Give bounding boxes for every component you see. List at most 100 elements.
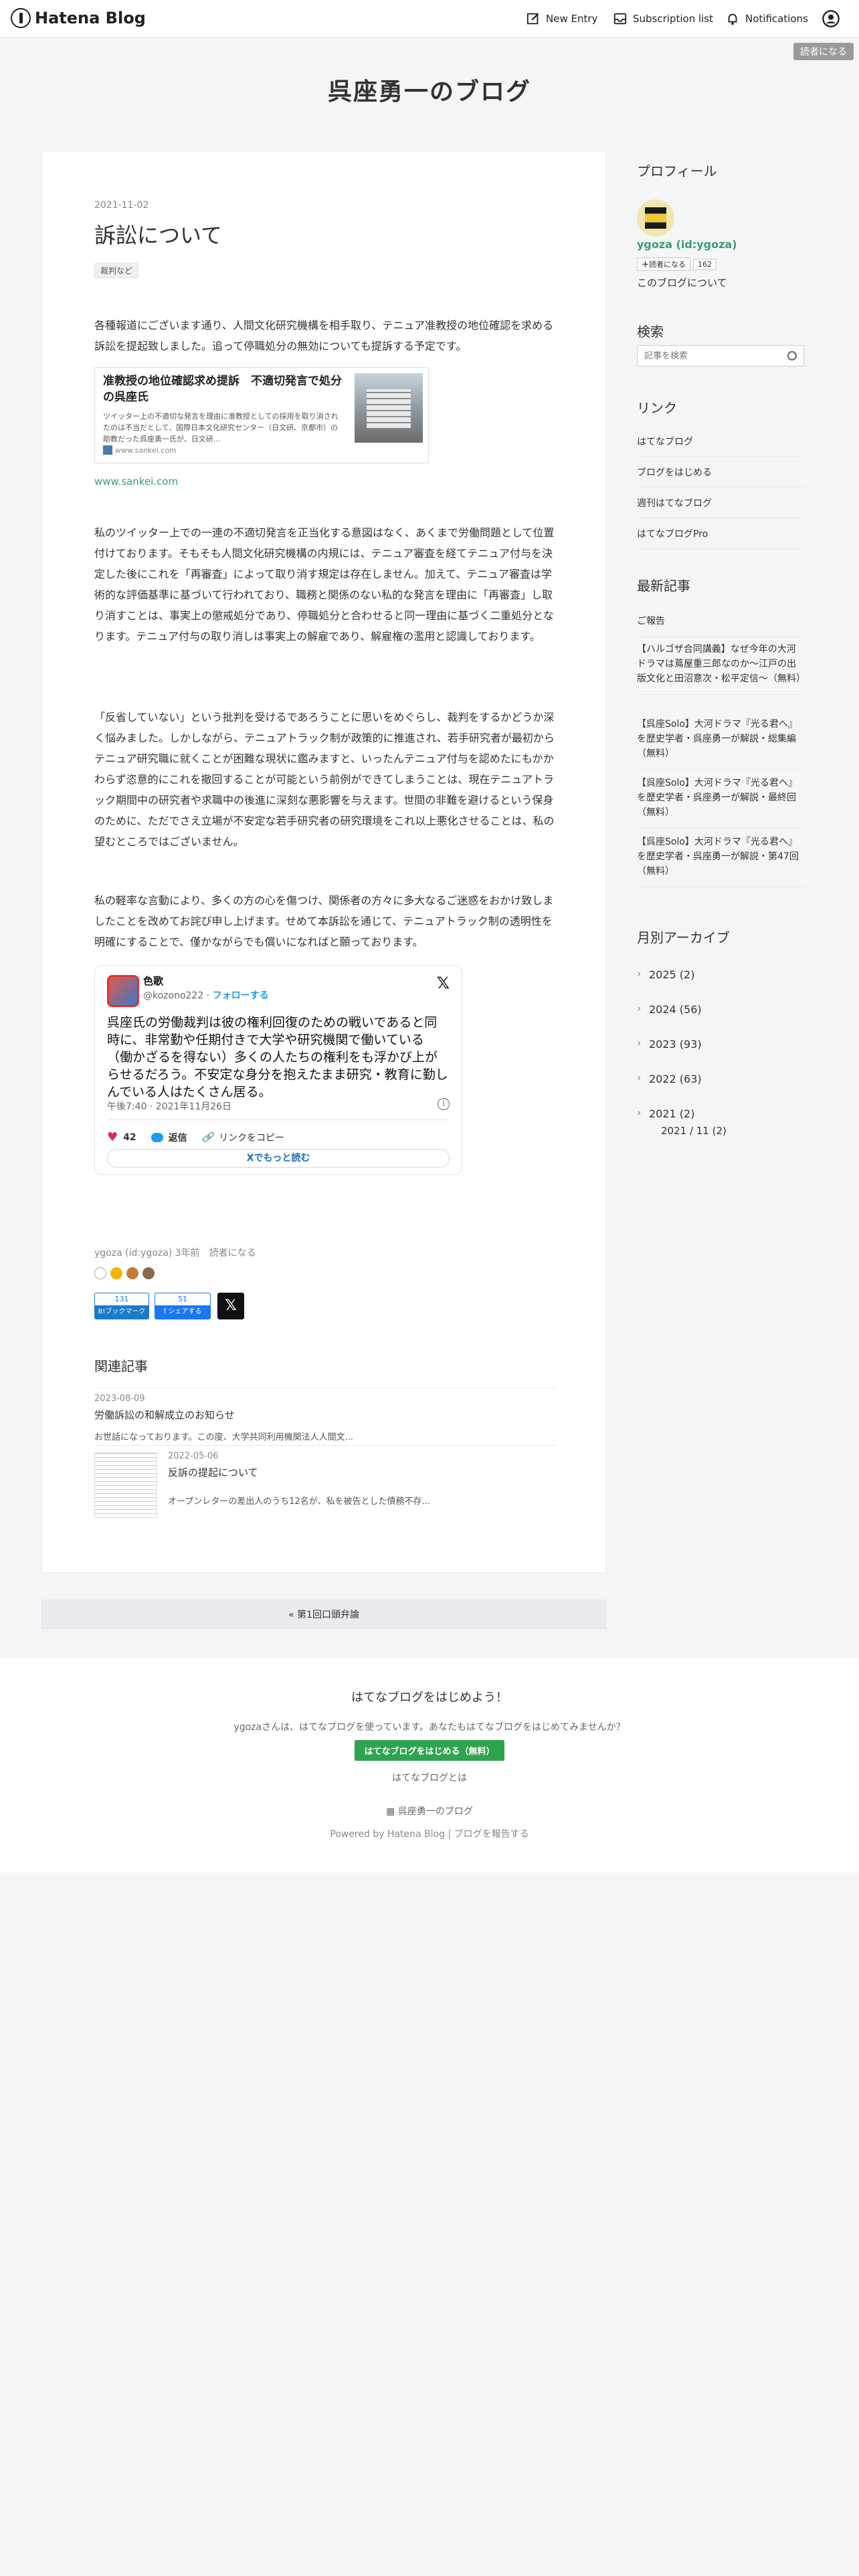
link-icon: 🔗 <box>201 1132 214 1143</box>
notifications-label: Notifications <box>745 13 808 25</box>
hatena-bookmark-button[interactable]: 131 B!ブックマーク <box>94 1293 149 1319</box>
related-thumbnail[interactable] <box>94 1453 157 1518</box>
link-item[interactable]: 週刊はてなブログ <box>637 496 804 518</box>
paragraph-4: 私の軽率な言動により、多くの方の心を傷つけ、関係者の方々に多大なるご迷惑をおかけ… <box>94 894 554 948</box>
archive-heading: 月別アーカイブ <box>637 930 730 946</box>
star-avatar-icon[interactable] <box>142 1267 155 1279</box>
related-article[interactable]: 2023-08-09 労働訴訟の和解成立のお知らせ お世話になっております。この… <box>94 1388 556 1442</box>
recent-entry[interactable]: 【呉座Solo】大河ドラマ『光る君へ』を歴史学者・呉座勇一が解説・第47回（無料… <box>637 835 804 887</box>
tweet-reply-button[interactable]: 返信 <box>151 1131 187 1144</box>
tweet-follow-link[interactable]: フォローする <box>213 990 269 1001</box>
user-avatar-icon <box>822 10 840 27</box>
tweet-like-button[interactable]: ♥ 42 <box>107 1130 136 1144</box>
inbox-icon <box>613 13 627 25</box>
category-tag[interactable]: 裁判など <box>94 263 139 278</box>
subscribe-button[interactable]: ＋読者になる <box>637 257 690 271</box>
top-navbar: Hatena Blog New Entry Subscription list … <box>0 0 859 37</box>
x-logo-icon[interactable]: 𝕏 <box>437 974 450 992</box>
tweet-time[interactable]: 午後7:40 · 2021年11月26日 <box>107 1099 231 1113</box>
related-date: 2022-05-06 <box>168 1451 219 1461</box>
tweet-author-name[interactable]: 色歌 <box>143 974 163 988</box>
related-article[interactable]: 2022-05-06 反訴の提起について オープンレターの差出人のうち12名が、… <box>94 1445 556 1519</box>
profile-id-link[interactable]: ygoza (id:ygoza) <box>637 238 737 251</box>
profile-heading: プロフィール <box>637 163 717 179</box>
bookmark-label: B!ブックマーク <box>98 1308 146 1315</box>
recent-entry[interactable]: ご報告 <box>637 614 804 637</box>
site-favicon-icon <box>103 445 112 455</box>
hatena-blog-logo[interactable]: Hatena Blog <box>11 8 146 28</box>
copy-link-label: リンクをコピー <box>219 1132 285 1144</box>
add-star-icon[interactable] <box>94 1267 106 1279</box>
x-share-button[interactable]: 𝕏 <box>217 1293 244 1319</box>
paragraph-2: 私のツイッター上での一連の不適切発言を正当化する意図はなく、あくまで労働問題とし… <box>94 526 555 643</box>
star-avatar-icon[interactable] <box>126 1267 138 1279</box>
paragraph-1: 各種報道にございます通り、人間文化研究機構を相手取り、テニュア准教授の地位確認を… <box>94 319 554 352</box>
recent-entry[interactable]: 【ハルゴザ合同講義】なぜ今年の大河ドラマは蔦屋重三郎なのか～江戸の出版文化と田沼… <box>637 642 805 695</box>
archive-year[interactable]: 2025 (2) <box>637 967 694 981</box>
powered-by[interactable]: Powered by Hatena Blog | ブログを報告する <box>0 1827 859 1840</box>
footer-blog-link[interactable]: ▦ 呉座勇一のブログ <box>0 1804 859 1818</box>
related-excerpt: お世話になっております。この度、大学共同利用機関法人人間文... <box>94 1432 354 1442</box>
tweet-handle[interactable]: @kozono222 <box>143 990 203 1001</box>
footer: はてなブログをはじめよう！ ygozaさんは、はてなブログを使っています。あなた… <box>0 1658 859 1872</box>
tweet-handle-line: @kozono222 · フォローする <box>143 990 269 1001</box>
news-embed-card[interactable]: 准教授の地位確認求め提訴 不適切発言で処分の呉座氏 ツイッター上の不適切な発言を… <box>94 367 429 463</box>
start-blog-button[interactable]: はてなブログをはじめる（無料） <box>355 1740 504 1761</box>
archive-year[interactable]: 2022 (63) <box>637 1071 702 1085</box>
article-card: 2021-11-02 訴訟について 裁判など 各種報道にございます通り、人間文化… <box>41 151 606 1573</box>
reader-subscribe: ＋読者になる 162 <box>637 257 717 271</box>
user-menu-button[interactable] <box>822 0 840 37</box>
tweet-copy-link-button[interactable]: 🔗 リンクをコピー <box>202 1131 284 1144</box>
link-item[interactable]: はてなブログ <box>637 435 804 457</box>
search-icon[interactable] <box>787 351 797 360</box>
embed-site: www.sankei.com <box>103 445 177 455</box>
about-blog-link[interactable]: このブログについて <box>637 276 727 290</box>
related-articles-title: 関連記事 <box>94 1358 148 1374</box>
related-title[interactable]: 反訴の提起について <box>168 1465 430 1479</box>
tweet-actions: ♥ 42 返信 🔗 リンクをコピー <box>107 1130 284 1144</box>
like-count: 42 <box>123 1132 136 1143</box>
search-input[interactable] <box>638 346 771 366</box>
search-box <box>637 345 804 366</box>
subscribe-label: 読者になる <box>649 260 686 269</box>
blog-title[interactable]: 呉座勇一のブログ <box>0 72 859 107</box>
search-heading: 検索 <box>637 324 664 340</box>
cta-title: はてなブログをはじめよう！ <box>351 1691 508 1705</box>
facebook-share-button[interactable]: 51 f シェアする <box>155 1293 211 1319</box>
source-link[interactable]: www.sankei.com <box>94 475 178 488</box>
hatena-stars <box>94 1267 155 1279</box>
related-title[interactable]: 労働訴訟の和解成立のお知らせ <box>94 1408 556 1422</box>
plus-icon: ＋ <box>642 260 649 269</box>
info-icon[interactable]: i <box>438 1098 450 1110</box>
links-heading: リンク <box>637 400 677 416</box>
new-entry-button[interactable]: New Entry <box>526 0 597 37</box>
tweet-read-more-button[interactable]: Xでもっと読む <box>107 1149 450 1168</box>
embedded-tweet[interactable]: 色歌 @kozono222 · フォローする 𝕏 呉座氏の労働裁判は彼の権利回復… <box>94 965 462 1175</box>
entry-title[interactable]: 訴訟について <box>94 219 222 249</box>
tweet-avatar[interactable] <box>107 975 139 1007</box>
subscription-list-label: Subscription list <box>633 13 713 25</box>
reader-badge-button[interactable]: 読者になる <box>793 43 854 60</box>
profile-avatar[interactable] <box>637 199 674 237</box>
reply-bubble-icon <box>151 1132 163 1142</box>
recent-entry[interactable]: 【呉座Solo】大河ドラマ『光る君へ』を歴史学者・呉座勇一が解説・最終回（無料） <box>637 776 804 829</box>
entry-date[interactable]: 2021-11-02 <box>94 200 149 211</box>
archive-month[interactable]: 2021 / 11 (2) <box>661 1125 727 1137</box>
archive-year-expanded[interactable]: 2021 (2) <box>637 1106 694 1120</box>
star-avatar-icon[interactable] <box>110 1267 122 1279</box>
embed-description: ツイッター上の不適切な発言を理由に准教授としての採用を取り消されたのは不当だとし… <box>103 412 339 443</box>
link-item[interactable]: ブログをはじめる <box>637 465 804 488</box>
subscription-list-button[interactable]: Subscription list <box>613 0 713 37</box>
logo-text: Hatena Blog <box>35 9 146 27</box>
entry-author-meta[interactable]: ygoza (id:ygoza) 3年前 <box>94 1248 200 1259</box>
x-logo-icon: 𝕏 <box>225 1297 237 1314</box>
entry-reader-link[interactable]: 読者になる <box>209 1248 256 1259</box>
notifications-button[interactable]: Notifications <box>725 0 808 37</box>
heart-icon: ♥ <box>107 1130 118 1144</box>
recent-entry[interactable]: 【呉座Solo】大河ドラマ『光る君へ』を歴史学者・呉座勇一が解説・総集編（無料） <box>637 717 804 770</box>
about-hatena-link[interactable]: はてなブログとは <box>0 1771 859 1784</box>
archive-year[interactable]: 2024 (56) <box>637 1002 702 1016</box>
link-item[interactable]: はてなブログPro <box>637 527 804 549</box>
prev-entry-link[interactable]: « 第1回口頭弁論 <box>41 1600 606 1629</box>
archive-year[interactable]: 2023 (93) <box>637 1037 702 1051</box>
